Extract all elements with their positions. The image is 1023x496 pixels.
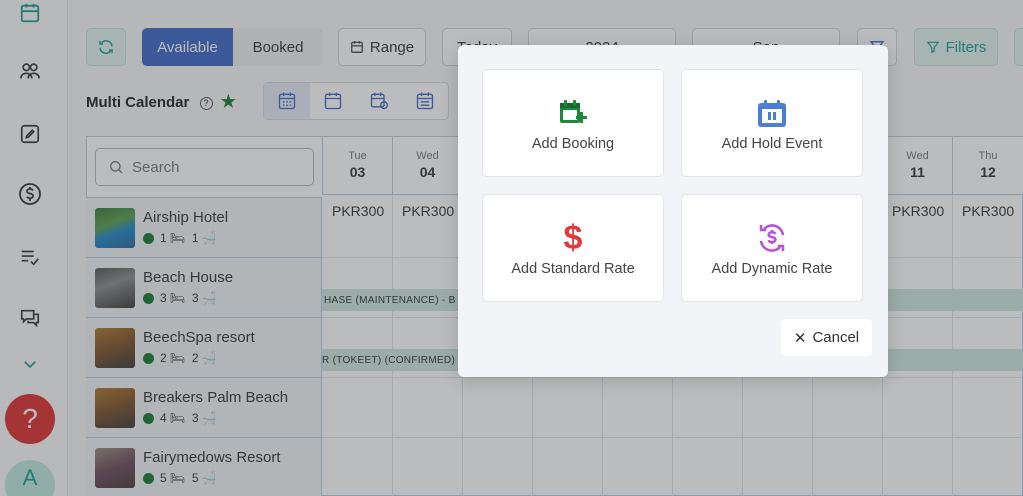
add-dynamic-rate-label: Add Dynamic Rate [711, 261, 833, 277]
add-action-dialog: Add Booking Add Hold Event $ Add Standar… [458, 45, 888, 377]
add-hold-event-label: Add Hold Event [721, 136, 823, 152]
close-icon: ✕ [793, 329, 807, 347]
cancel-label: Cancel [812, 329, 860, 346]
add-booking-label: Add Booking [531, 136, 615, 152]
calendar-plus-icon [558, 96, 588, 130]
add-dynamic-rate-button[interactable]: Add Dynamic Rate [681, 194, 863, 302]
dynamic-rate-icon [756, 221, 788, 255]
add-hold-event-button[interactable]: Add Hold Event [681, 69, 863, 177]
cancel-button[interactable]: ✕ Cancel [781, 319, 872, 356]
add-booking-button[interactable]: Add Booking [482, 69, 664, 177]
dollar-sign-icon: $ [563, 219, 583, 257]
add-standard-rate-label: Add Standard Rate [511, 261, 635, 277]
calendar-pause-icon [757, 96, 787, 130]
add-standard-rate-button[interactable]: $ Add Standard Rate [482, 194, 664, 302]
